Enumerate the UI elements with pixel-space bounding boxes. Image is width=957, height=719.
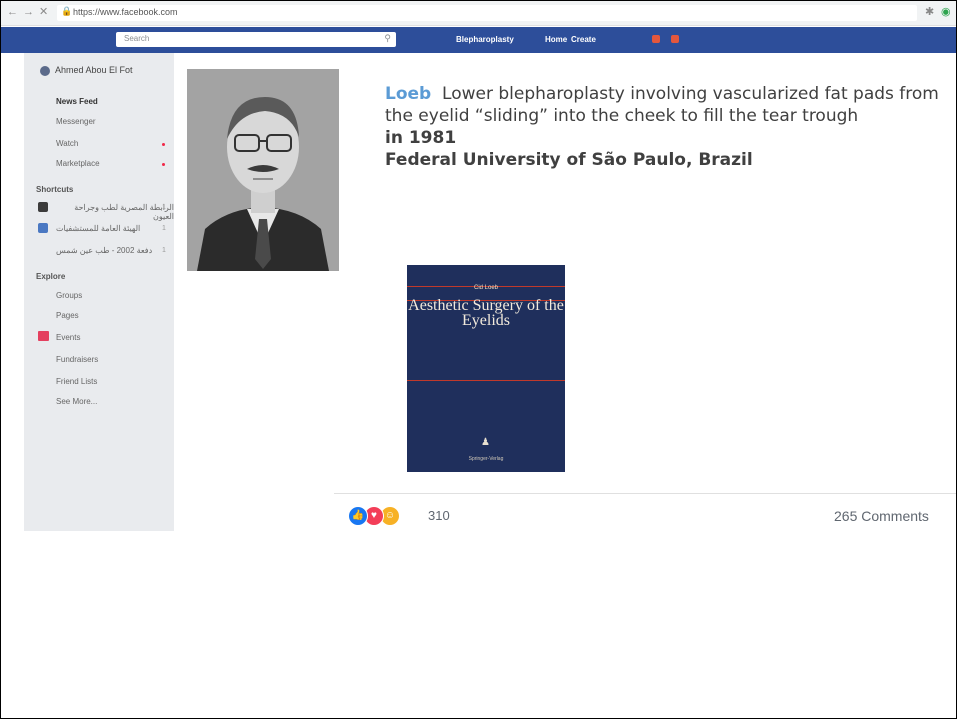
sidebar-item-news-feed[interactable]: News Feed xyxy=(56,97,98,106)
shortcut-count-2: 1 xyxy=(162,225,166,232)
shortcut-item-1[interactable]: الرابطة المصرية لطب وجراحة العيون xyxy=(56,203,174,221)
marketplace-notification-dot xyxy=(162,163,165,166)
sidebar-item-pages[interactable]: Pages xyxy=(56,311,79,320)
post-text: Loeb Lower blepharoplasty involving vasc… xyxy=(385,83,945,171)
extension-icon[interactable]: ✱ xyxy=(925,6,934,18)
book-title: Aesthetic Surgery of the Eyelids xyxy=(408,297,564,329)
book-cover-image[interactable]: Cid Loeb Aesthetic Surgery of the Eyelid… xyxy=(407,265,565,472)
profile-name: Ahmed Abou El Fot xyxy=(55,65,133,75)
page-title-link[interactable]: Blepharoplasty xyxy=(456,35,514,44)
shortcut-group-icon xyxy=(38,223,48,233)
extension-green-icon[interactable]: ◉ xyxy=(941,6,951,18)
post-divider xyxy=(334,493,956,494)
post-institution: Federal University of São Paulo, Brazil xyxy=(385,150,753,170)
like-icon: 👍 xyxy=(348,506,368,526)
lock-icon: 🔒 xyxy=(61,6,73,16)
book-stripe xyxy=(407,380,565,381)
screenshot-frame: ← → ✕ 🔒 https://www.facebook.com ✱ ◉ Sea… xyxy=(0,0,957,719)
browser-toolbar: ← → ✕ 🔒 https://www.facebook.com ✱ ◉ xyxy=(1,1,956,26)
explore-header: Explore xyxy=(36,272,66,281)
notifications-icon[interactable] xyxy=(671,35,679,43)
shortcut-item-2[interactable]: الهيئة العامة للمستشفيات xyxy=(56,224,140,233)
sidebar-item-messenger[interactable]: Messenger xyxy=(56,117,96,126)
sidebar-item-events[interactable]: Events xyxy=(56,333,80,342)
sidebar-item-friend-lists[interactable]: Friend Lists xyxy=(56,377,97,386)
facebook-header: Search ⚲ Blepharoplasty Home Create xyxy=(1,27,956,53)
url-text: https://www.facebook.com xyxy=(73,7,178,17)
address-bar[interactable]: 🔒 https://www.facebook.com xyxy=(57,5,917,21)
shortcut-group-icon xyxy=(38,202,48,212)
post-description: Lower blepharoplasty involving vasculari… xyxy=(385,84,939,126)
forward-icon[interactable]: → xyxy=(23,5,34,19)
comments-count-link[interactable]: 265 Comments xyxy=(834,508,929,524)
search-input[interactable]: Search ⚲ xyxy=(116,32,396,47)
shortcut-item-3[interactable]: دفعة 2002 - طب عين شمس xyxy=(56,246,152,255)
author-name[interactable]: Loeb xyxy=(385,84,431,104)
sidebar-item-marketplace[interactable]: Marketplace xyxy=(56,159,100,168)
book-author: Cid Loeb xyxy=(473,285,499,291)
create-link[interactable]: Create xyxy=(571,35,596,44)
shortcuts-header: Shortcuts xyxy=(36,185,74,194)
book-publisher: Springer-Verlag xyxy=(468,456,504,462)
home-link[interactable]: Home xyxy=(545,35,567,44)
profile-link[interactable]: Ahmed Abou El Fot xyxy=(40,65,133,76)
sidebar-item-fundraisers[interactable]: Fundraisers xyxy=(56,355,98,364)
avatar xyxy=(40,65,50,76)
shortcut-count-1: 1 xyxy=(162,204,166,211)
sidebar-item-watch[interactable]: Watch xyxy=(56,139,78,148)
shortcut-count-3: 1 xyxy=(162,247,166,254)
publisher-logo-icon: ♟ xyxy=(481,437,490,448)
calendar-icon xyxy=(38,331,49,341)
search-placeholder: Search xyxy=(124,34,150,43)
sidebar-item-groups[interactable]: Groups xyxy=(56,291,82,300)
portrait-photo xyxy=(187,69,339,271)
post-year: in 1981 xyxy=(385,128,457,148)
close-icon[interactable]: ✕ xyxy=(39,5,48,19)
friend-requests-icon[interactable] xyxy=(652,35,660,43)
left-sidebar: Ahmed Abou El Fot News Feed Messenger Wa… xyxy=(24,53,174,531)
watch-notification-dot xyxy=(162,143,165,146)
back-icon[interactable]: ← xyxy=(7,5,18,19)
search-icon[interactable]: ⚲ xyxy=(384,33,391,44)
reaction-count[interactable]: 310 xyxy=(428,508,450,523)
sidebar-item-see-more[interactable]: See More... xyxy=(56,397,97,406)
